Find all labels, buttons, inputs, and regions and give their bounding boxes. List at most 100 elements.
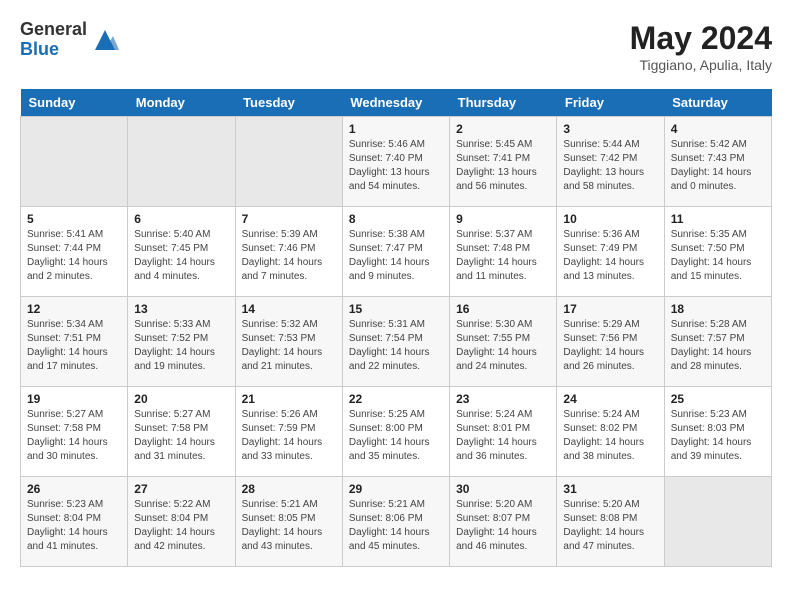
calendar-day-cell: 24Sunrise: 5:24 AM Sunset: 8:02 PM Dayli… [557,387,664,477]
page-header: General Blue May 2024 Tiggiano, Apulia, … [20,20,772,73]
day-info: Sunrise: 5:27 AM Sunset: 7:58 PM Dayligh… [134,408,228,464]
day-number: 22 [349,392,443,406]
calendar-week-row: 5 Sunrise: 5:41 AM Sunset: 7:44 PM Daylig… [21,207,772,297]
calendar-day-cell: 28Sunrise: 5:21 AM Sunset: 8:05 PM Dayli… [235,477,342,567]
calendar-day-cell: 2Sunrise: 5:45 AM Sunset: 7:41 PM Daylig… [450,117,557,207]
day-info: Sunrise: 5:38 AM Sunset: 7:47 PM Dayligh… [349,228,443,284]
calendar-day-cell: 8 Sunrise: 5:38 AM Sunset: 7:47 PM Daylig… [342,207,449,297]
calendar-day-cell: 7 Sunrise: 5:39 AM Sunset: 7:46 PM Daylig… [235,207,342,297]
calendar-week-row: 12 Sunrise: 5:34 AM Sunset: 7:51 PM Dayli… [21,297,772,387]
day-info: Sunrise: 5:33 AM Sunset: 7:52 PM Dayligh… [134,318,228,374]
day-info: Sunrise: 5:41 AM Sunset: 7:44 PM Dayligh… [27,228,121,284]
calendar-day-cell: 13Sunrise: 5:33 AM Sunset: 7:52 PM Dayli… [128,297,235,387]
day-number: 20 [134,392,228,406]
day-info: Sunrise: 5:37 AM Sunset: 7:48 PM Dayligh… [456,228,550,284]
title-block: May 2024 Tiggiano, Apulia, Italy [630,20,772,73]
calendar-day-cell [235,117,342,207]
day-info: Sunrise: 5:20 AM Sunset: 8:08 PM Dayligh… [563,498,657,554]
calendar-day-cell: 16Sunrise: 5:30 AM Sunset: 7:55 PM Dayli… [450,297,557,387]
day-info: Sunrise: 5:44 AM Sunset: 7:42 PM Dayligh… [563,138,657,194]
day-number: 3 [563,122,657,136]
calendar-day-cell: 20 Sunrise: 5:27 AM Sunset: 7:58 PM Dayli… [128,387,235,477]
day-number: 16 [456,302,550,316]
day-number: 8 [349,212,443,226]
calendar-header-row: SundayMondayTuesdayWednesdayThursdayFrid… [21,89,772,117]
calendar-day-cell: 21 Sunrise: 5:26 AM Sunset: 7:59 PM Dayli… [235,387,342,477]
day-number: 19 [27,392,121,406]
day-number: 18 [671,302,765,316]
day-number: 21 [242,392,336,406]
column-header-wednesday: Wednesday [342,89,449,117]
day-info: Sunrise: 5:23 AM Sunset: 8:03 PM Dayligh… [671,408,765,464]
logo-icon [91,26,119,54]
day-info: Sunrise: 5:34 AM Sunset: 7:51 PM Dayligh… [27,318,121,374]
day-number: 26 [27,482,121,496]
calendar-day-cell: 9 Sunrise: 5:37 AM Sunset: 7:48 PM Daylig… [450,207,557,297]
day-info: Sunrise: 5:32 AM Sunset: 7:53 PM Dayligh… [242,318,336,374]
day-info: Sunrise: 5:21 AM Sunset: 8:05 PM Dayligh… [242,498,336,554]
day-number: 27 [134,482,228,496]
day-number: 10 [563,212,657,226]
day-number: 12 [27,302,121,316]
calendar-day-cell: 30Sunrise: 5:20 AM Sunset: 8:07 PM Dayli… [450,477,557,567]
day-number: 14 [242,302,336,316]
logo-blue-text: Blue [20,40,87,60]
month-title: May 2024 [630,20,772,57]
calendar-table: SundayMondayTuesdayWednesdayThursdayFrid… [20,89,772,567]
day-info: Sunrise: 5:22 AM Sunset: 8:04 PM Dayligh… [134,498,228,554]
day-info: Sunrise: 5:35 AM Sunset: 7:50 PM Dayligh… [671,228,765,284]
day-info: Sunrise: 5:21 AM Sunset: 8:06 PM Dayligh… [349,498,443,554]
day-number: 9 [456,212,550,226]
day-number: 6 [134,212,228,226]
day-info: Sunrise: 5:36 AM Sunset: 7:49 PM Dayligh… [563,228,657,284]
day-info: Sunrise: 5:27 AM Sunset: 7:58 PM Dayligh… [27,408,121,464]
calendar-day-cell: 23 Sunrise: 5:24 AM Sunset: 8:01 PM Dayli… [450,387,557,477]
day-info: Sunrise: 5:24 AM Sunset: 8:02 PM Dayligh… [563,408,657,464]
logo-general-text: General [20,20,87,40]
calendar-day-cell: 19 Sunrise: 5:27 AM Sunset: 7:58 PM Dayli… [21,387,128,477]
calendar-day-cell: 17 Sunrise: 5:29 AM Sunset: 7:56 PM Dayli… [557,297,664,387]
calendar-day-cell: 10 Sunrise: 5:36 AM Sunset: 7:49 PM Dayli… [557,207,664,297]
calendar-day-cell: 31 Sunrise: 5:20 AM Sunset: 8:08 PM Dayli… [557,477,664,567]
day-number: 30 [456,482,550,496]
day-number: 11 [671,212,765,226]
calendar-day-cell: 11 Sunrise: 5:35 AM Sunset: 7:50 PM Dayli… [664,207,771,297]
calendar-day-cell [128,117,235,207]
day-info: Sunrise: 5:31 AM Sunset: 7:54 PM Dayligh… [349,318,443,374]
location: Tiggiano, Apulia, Italy [630,57,772,73]
column-header-thursday: Thursday [450,89,557,117]
day-info: Sunrise: 5:24 AM Sunset: 8:01 PM Dayligh… [456,408,550,464]
calendar-day-cell: 3 Sunrise: 5:44 AM Sunset: 7:42 PM Daylig… [557,117,664,207]
calendar-day-cell: 25 Sunrise: 5:23 AM Sunset: 8:03 PM Dayli… [664,387,771,477]
calendar-day-cell [21,117,128,207]
calendar-day-cell: 12 Sunrise: 5:34 AM Sunset: 7:51 PM Dayli… [21,297,128,387]
calendar-day-cell [664,477,771,567]
calendar-day-cell: 14 Sunrise: 5:32 AM Sunset: 7:53 PM Dayli… [235,297,342,387]
day-number: 31 [563,482,657,496]
day-number: 25 [671,392,765,406]
column-header-tuesday: Tuesday [235,89,342,117]
calendar-day-cell: 18Sunrise: 5:28 AM Sunset: 7:57 PM Dayli… [664,297,771,387]
day-info: Sunrise: 5:29 AM Sunset: 7:56 PM Dayligh… [563,318,657,374]
day-info: Sunrise: 5:39 AM Sunset: 7:46 PM Dayligh… [242,228,336,284]
day-number: 7 [242,212,336,226]
logo: General Blue [20,20,119,60]
day-info: Sunrise: 5:26 AM Sunset: 7:59 PM Dayligh… [242,408,336,464]
column-header-monday: Monday [128,89,235,117]
calendar-day-cell: 22 Sunrise: 5:25 AM Sunset: 8:00 PM Dayli… [342,387,449,477]
day-info: Sunrise: 5:45 AM Sunset: 7:41 PM Dayligh… [456,138,550,194]
column-header-saturday: Saturday [664,89,771,117]
calendar-day-cell: 26 Sunrise: 5:23 AM Sunset: 8:04 PM Dayli… [21,477,128,567]
day-info: Sunrise: 5:25 AM Sunset: 8:00 PM Dayligh… [349,408,443,464]
calendar-day-cell: 27 Sunrise: 5:22 AM Sunset: 8:04 PM Dayli… [128,477,235,567]
calendar-day-cell: 5 Sunrise: 5:41 AM Sunset: 7:44 PM Daylig… [21,207,128,297]
day-number: 17 [563,302,657,316]
calendar-day-cell: 4Sunrise: 5:42 AM Sunset: 7:43 PM Daylig… [664,117,771,207]
day-info: Sunrise: 5:23 AM Sunset: 8:04 PM Dayligh… [27,498,121,554]
day-number: 5 [27,212,121,226]
day-info: Sunrise: 5:46 AM Sunset: 7:40 PM Dayligh… [349,138,443,194]
day-number: 23 [456,392,550,406]
day-number: 29 [349,482,443,496]
calendar-day-cell: 1Sunrise: 5:46 AM Sunset: 7:40 PM Daylig… [342,117,449,207]
calendar-week-row: 19 Sunrise: 5:27 AM Sunset: 7:58 PM Dayli… [21,387,772,477]
